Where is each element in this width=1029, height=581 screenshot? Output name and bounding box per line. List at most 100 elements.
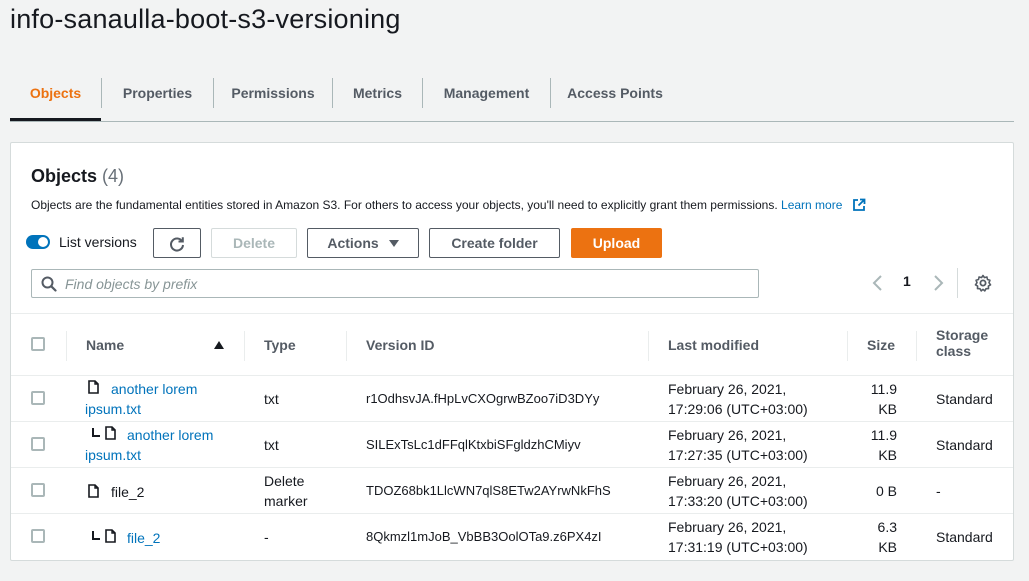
table-row: file_2 - 8Qkmzl1mJoB_VbBB3OolOTa9.z6PX4z… <box>11 514 1013 560</box>
column-storage-class-line-1: Storage <box>936 327 989 343</box>
column-divider <box>66 331 67 361</box>
actions-dropdown[interactable]: Actions <box>307 228 419 258</box>
object-type: txt <box>264 437 279 453</box>
last-modified-time: 17:33:20 (UTC+03:00) <box>668 493 808 509</box>
table-row: another lorem ipsum.txt txt r1OdhsvJA.fH… <box>11 376 1013 422</box>
version-id: 8Qkmzl1mJoB_VbBB3OolOTa9.z6PX4zI <box>366 529 602 544</box>
column-last-modified[interactable]: Last modified <box>668 337 759 353</box>
storage-class: Standard <box>936 437 993 453</box>
column-divider <box>916 331 917 361</box>
caret-down-icon <box>388 240 399 247</box>
chevron-left-icon[interactable] <box>871 274 885 292</box>
row-checkbox[interactable] <box>31 391 45 405</box>
column-storage-class-line-2: class <box>936 343 972 359</box>
list-versions-label: List versions <box>59 234 137 250</box>
table-header: Name Type Version ID Last modified Size … <box>11 313 1013 376</box>
current-page[interactable]: 1 <box>903 273 911 289</box>
tab-properties[interactable]: Properties <box>102 78 213 108</box>
last-modified-time: 17:31:19 (UTC+03:00) <box>668 539 808 555</box>
version-id: SILExTsLc1dFFqlKtxbiSFgldzhCMiyv <box>366 437 581 452</box>
version-branch-icon <box>92 428 100 437</box>
object-name-link[interactable]: another lorem <box>111 379 197 399</box>
object-count: (4) <box>102 166 125 186</box>
storage-class: Standard <box>936 529 993 545</box>
object-size-value: 6.3 <box>877 519 897 535</box>
object-size-value: 11.9 <box>870 427 897 443</box>
gear-icon[interactable] <box>974 274 992 292</box>
column-name[interactable]: Name <box>86 337 124 353</box>
objects-panel: Objects (4) Objects are the fundamental … <box>10 142 1014 561</box>
column-version-id[interactable]: Version ID <box>366 337 434 353</box>
object-size-unit: KB <box>878 401 897 417</box>
object-size-unit: KB <box>878 447 897 463</box>
create-folder-button[interactable]: Create folder <box>429 228 560 258</box>
object-type-continued: marker <box>264 493 308 509</box>
last-modified-date: February 26, 2021, <box>668 519 787 535</box>
search-input[interactable] <box>65 273 745 294</box>
object-type: - <box>264 529 269 545</box>
column-divider <box>346 331 347 361</box>
object-type: txt <box>264 391 279 407</box>
row-checkbox[interactable] <box>31 483 45 497</box>
last-modified-date: February 26, 2021, <box>668 473 787 489</box>
search-icon <box>41 276 57 292</box>
pager-divider <box>957 268 958 298</box>
active-tab-indicator <box>10 118 101 121</box>
tab-objects[interactable]: Objects <box>10 78 101 108</box>
panel-title: Objects <box>31 166 98 186</box>
search-box <box>31 269 759 298</box>
version-branch-icon <box>92 531 100 540</box>
refresh-icon <box>170 237 184 252</box>
last-modified-time: 17:29:06 (UTC+03:00) <box>668 401 808 417</box>
tab-access-points[interactable]: Access Points <box>551 78 679 108</box>
tab-permissions[interactable]: Permissions <box>214 78 332 108</box>
delete-button[interactable]: Delete <box>211 228 297 258</box>
file-icon <box>105 426 116 440</box>
column-divider <box>648 331 649 361</box>
bucket-title: info-sanaulla-boot-s3-versioning <box>10 4 401 34</box>
tab-metrics[interactable]: Metrics <box>333 78 422 108</box>
version-id: TDOZ68bk1LlcWN7qlS8ETw2AYrwNkFhS <box>366 483 611 498</box>
sort-ascending-icon[interactable] <box>214 341 224 349</box>
learn-more-link[interactable]: Learn more <box>781 198 842 212</box>
chevron-right-icon[interactable] <box>931 274 945 292</box>
object-size-value: 11.9 <box>870 381 897 397</box>
table-row: another lorem ipsum.txt txt SILExTsLc1dF… <box>11 422 1013 468</box>
column-divider <box>244 331 245 361</box>
object-name-link-continued[interactable]: ipsum.txt <box>85 445 141 465</box>
column-divider <box>847 331 848 361</box>
tab-bar: Objects Properties Permissions Metrics M… <box>10 70 1014 122</box>
select-all-checkbox[interactable] <box>31 337 45 351</box>
file-icon <box>88 380 99 394</box>
last-modified-date: February 26, 2021, <box>668 427 787 443</box>
actions-label: Actions <box>327 235 379 251</box>
file-icon <box>105 529 116 543</box>
last-modified-time: 17:27:35 (UTC+03:00) <box>668 447 808 463</box>
object-type: Delete <box>264 473 305 489</box>
object-name-link-continued[interactable]: ipsum.txt <box>85 399 141 419</box>
storage-class: - <box>936 483 941 499</box>
tab-management[interactable]: Management <box>423 78 550 108</box>
description-text: Objects are the fundamental entities sto… <box>31 198 778 212</box>
upload-button[interactable]: Upload <box>571 228 662 258</box>
toggle-knob <box>38 237 48 247</box>
column-storage-class[interactable]: Storage class <box>936 327 988 359</box>
file-icon <box>88 484 99 498</box>
row-checkbox[interactable] <box>31 437 45 451</box>
object-name-link[interactable]: another lorem <box>127 425 213 445</box>
object-size-unit: KB <box>878 539 897 555</box>
list-versions-toggle[interactable] <box>26 235 50 249</box>
column-type[interactable]: Type <box>264 337 296 353</box>
object-name-link[interactable]: file_2 <box>127 528 160 548</box>
external-link-icon[interactable] <box>852 198 866 212</box>
panel-description: Objects are the fundamental entities sto… <box>31 198 866 212</box>
column-size[interactable]: Size <box>867 337 895 353</box>
panel-heading: Objects (4) <box>31 166 124 187</box>
table-row: file_2 Delete marker TDOZ68bk1LlcWN7qlS8… <box>11 468 1013 514</box>
object-name: file_2 <box>111 484 145 500</box>
last-modified-date: February 26, 2021, <box>668 381 787 397</box>
version-id: r1OdhsvJA.fHpLvCXOgrwBZoo7iD3DYy <box>366 391 600 406</box>
row-checkbox[interactable] <box>31 529 45 543</box>
refresh-button[interactable] <box>153 228 201 258</box>
object-size-value: 0 B <box>875 483 897 499</box>
